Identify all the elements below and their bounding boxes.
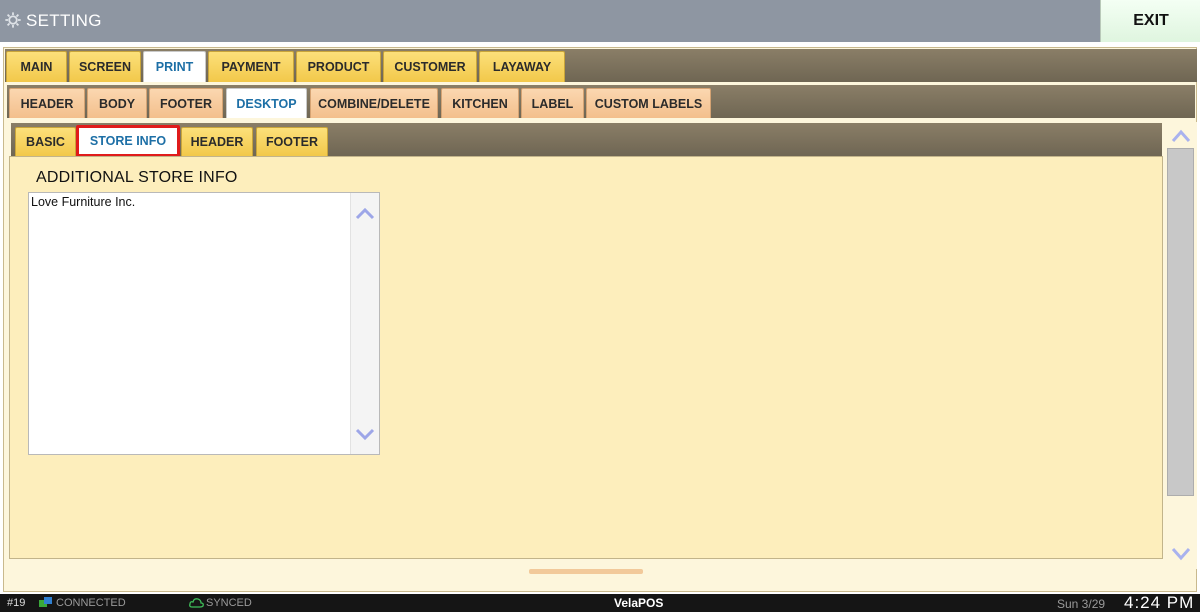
chevron-down-icon[interactable] bbox=[1170, 545, 1192, 563]
tab-print-combine-delete[interactable]: COMBINE/DELETE bbox=[310, 88, 438, 118]
tab-print[interactable]: PRINT bbox=[143, 51, 206, 82]
tab-print-desktop[interactable]: DESKTOP bbox=[226, 88, 307, 118]
brand-name: VelaPOS bbox=[614, 596, 664, 610]
tab-desktop-footer[interactable]: FOOTER bbox=[256, 127, 328, 156]
status-bar: #19 CONNECTED SYNCED VelaPOS Sun 3/29 4:… bbox=[0, 593, 1200, 612]
resize-handle[interactable] bbox=[529, 569, 643, 574]
tab-payment[interactable]: PAYMENT bbox=[208, 51, 294, 82]
textarea-scrollbar[interactable] bbox=[350, 193, 379, 454]
section-label: ADDITIONAL STORE INFO bbox=[36, 169, 238, 186]
tab-print-kitchen[interactable]: KITCHEN bbox=[441, 88, 519, 118]
tab-desktop-store-info[interactable]: STORE INFO bbox=[76, 125, 180, 157]
exit-button[interactable]: EXIT bbox=[1100, 0, 1200, 42]
chevron-down-icon[interactable] bbox=[354, 426, 376, 442]
tab-screen[interactable]: SCREEN bbox=[69, 51, 141, 82]
chevron-up-icon[interactable] bbox=[1170, 127, 1192, 145]
tab-print-footer[interactable]: FOOTER bbox=[149, 88, 223, 118]
additional-store-info-textarea[interactable] bbox=[28, 192, 380, 455]
status-time: 4:24 PM bbox=[1124, 593, 1195, 612]
tab-print-body[interactable]: BODY bbox=[87, 88, 147, 118]
tab-desktop-basic[interactable]: BASIC bbox=[15, 127, 76, 156]
tab-desktop-header[interactable]: HEADER bbox=[181, 127, 253, 156]
scrollbar-thumb[interactable] bbox=[1167, 148, 1194, 496]
tab-print-label[interactable]: LABEL bbox=[521, 88, 584, 118]
cloud-icon bbox=[189, 598, 204, 608]
chevron-up-icon[interactable] bbox=[354, 205, 376, 221]
textarea-value: Love Furniture Inc. bbox=[31, 195, 136, 209]
window-title: SETTING bbox=[26, 11, 102, 30]
gear-icon bbox=[5, 12, 21, 28]
tab-main[interactable]: MAIN bbox=[6, 51, 67, 82]
tab-layaway[interactable]: LAYAWAY bbox=[479, 51, 565, 82]
status-date: Sun 3/29 bbox=[1057, 597, 1106, 611]
title-bar: SETTING bbox=[0, 0, 1200, 42]
sync-status: SYNCED bbox=[206, 597, 252, 609]
station-number: #19 bbox=[7, 597, 26, 609]
connection-status: CONNECTED bbox=[56, 597, 126, 609]
tab-print-header[interactable]: HEADER bbox=[9, 88, 85, 118]
network-icon bbox=[39, 597, 52, 607]
tab-print-custom-labels[interactable]: CUSTOM LABELS bbox=[586, 88, 711, 118]
tab-product[interactable]: PRODUCT bbox=[296, 51, 381, 82]
tab-customer[interactable]: CUSTOMER bbox=[383, 51, 477, 82]
